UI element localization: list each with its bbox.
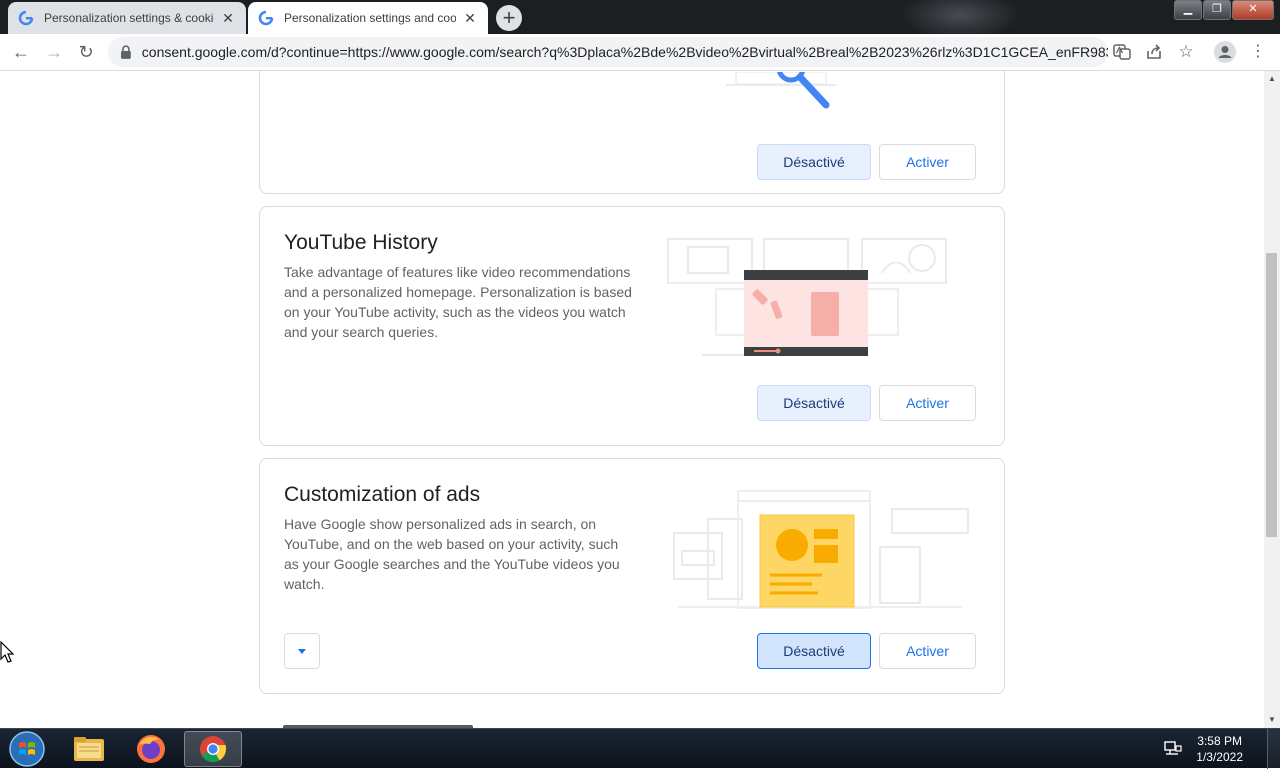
tab-title: Personalization settings and cookies (284, 11, 456, 25)
scroll-up-arrow-icon[interactable]: ▲ (1264, 71, 1280, 87)
settings-card-youtube-history: YouTube History Take advantage of featur… (259, 206, 1005, 446)
taskbar-clock[interactable]: 3:58 PM 1/3/2022 (1196, 733, 1243, 765)
kebab-menu-icon[interactable]: ⋮ (1248, 42, 1268, 62)
page-scrollbar[interactable]: ▲ ▼ (1264, 71, 1280, 728)
close-window-icon[interactable]: ✕ (1232, 0, 1274, 20)
desactive-button[interactable]: Désactivé (757, 385, 871, 421)
desactive-button[interactable]: Désactivé (757, 633, 871, 669)
card-description: Take advantage of features like video re… (284, 264, 632, 340)
activer-button[interactable]: Activer (879, 385, 976, 421)
address-bar[interactable]: consent.google.com/d?continue=https://ww… (108, 37, 1108, 67)
tab-close-icon[interactable]: ✕ (462, 10, 478, 26)
search-illustration-icon (726, 72, 836, 109)
settings-card-search: Désactivé Activer (259, 71, 1005, 194)
activer-button[interactable]: Activer (879, 633, 976, 669)
show-desktop-button[interactable] (1267, 729, 1280, 769)
page-viewport: Désactivé Activer YouTube History Take a… (0, 71, 1264, 728)
mouse-cursor-icon (0, 641, 14, 663)
url-text: consent.google.com/d?continue=https://ww… (141, 44, 1108, 60)
share-icon[interactable] (1144, 42, 1164, 62)
google-favicon-icon (258, 10, 274, 26)
card-title: YouTube History (284, 231, 438, 254)
chrome-icon (200, 736, 227, 763)
tab-personalization-settings[interactable]: Personalization settings and cookies ✕ (248, 2, 488, 34)
translate-icon[interactable] (1112, 42, 1132, 62)
minimize-icon[interactable]: ▁ (1174, 0, 1202, 20)
tab-title: Personalization settings & cookies (44, 11, 214, 25)
tab-close-icon[interactable]: ✕ (220, 10, 236, 26)
expand-details-button[interactable] (284, 633, 320, 669)
windows-taskbar: 3:58 PM 1/3/2022 (0, 728, 1280, 769)
desactive-button[interactable]: Désactivé (757, 144, 871, 180)
firefox-icon[interactable] (132, 731, 170, 767)
tab-personalization-cookies[interactable]: Personalization settings & cookies ✕ (8, 2, 246, 34)
youtube-history-illustration-icon (667, 238, 947, 356)
card-title: Customization of ads (284, 483, 481, 506)
browser-toolbar: ← → ↻ consent.google.com/d?continue=http… (0, 34, 1280, 71)
caret-down-icon (298, 648, 306, 654)
windows-start-icon[interactable] (6, 731, 48, 767)
scrollbar-thumb[interactable] (1266, 253, 1277, 537)
profile-avatar-icon[interactable] (1214, 41, 1236, 63)
system-tray: 3:58 PM 1/3/2022 (1164, 729, 1280, 769)
browser-titlebar: Personalization settings & cookies ✕ Per… (0, 0, 1280, 34)
wallpaper-glow (900, 0, 1020, 34)
chrome-taskbar-button[interactable] (184, 731, 242, 767)
back-arrow-icon[interactable]: ← (9, 40, 33, 64)
bookmark-star-icon[interactable]: ☆ (1176, 42, 1196, 62)
restore-icon[interactable]: ❐ (1203, 0, 1231, 20)
window-controls: ▁ ❐ ✕ (1173, 0, 1274, 20)
file-explorer-icon[interactable] (70, 731, 108, 767)
activer-button[interactable]: Activer (879, 144, 976, 180)
scroll-down-arrow-icon[interactable]: ▼ (1264, 712, 1280, 728)
forward-arrow-icon[interactable]: → (42, 40, 66, 64)
card-description: Have Google show personalized ads in sea… (284, 516, 620, 592)
clock-time: 3:58 PM (1197, 734, 1242, 748)
google-favicon-icon (18, 10, 34, 26)
network-icon[interactable] (1164, 741, 1182, 757)
ads-illustration-icon (673, 490, 969, 609)
settings-card-ad-customization: Customization of ads Have Google show pe… (259, 458, 1005, 694)
clock-date: 1/3/2022 (1196, 750, 1243, 764)
reload-icon[interactable]: ↻ (74, 40, 98, 64)
lock-icon (120, 45, 131, 59)
new-tab-plus-icon[interactable]: + (496, 5, 522, 31)
